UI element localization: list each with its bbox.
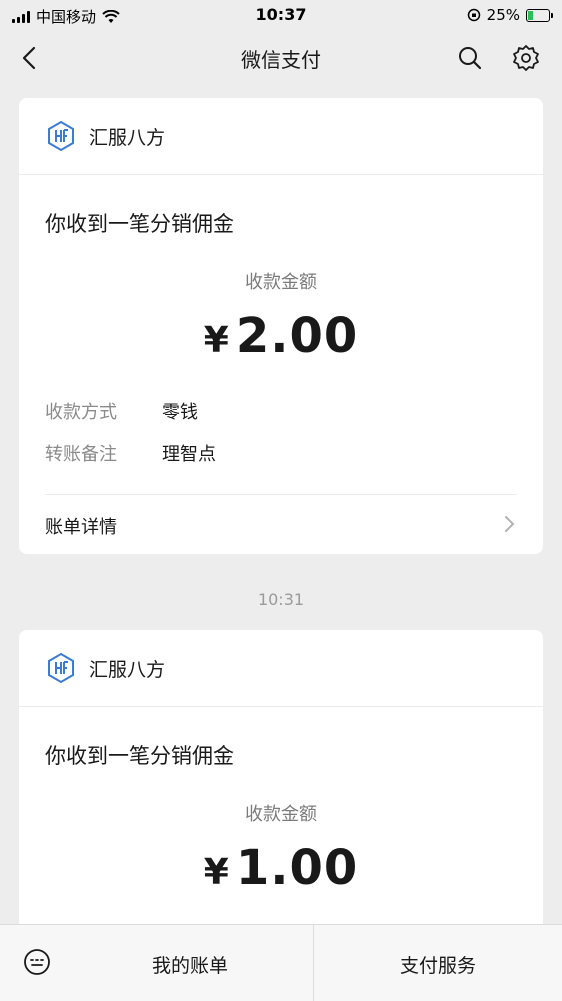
message-title: 你收到一笔分销佣金 [45,744,234,768]
tab-my-bills[interactable]: 我的账单 [152,951,228,978]
currency-symbol: ¥ [203,852,230,893]
orientation-lock-icon [467,8,480,22]
amount-label: 收款金额 [245,804,317,825]
brand-name: 汇服八方 [89,659,166,681]
nav-bar: 微信支付 [0,30,562,86]
amount-number: 2.00 [235,308,359,364]
payment-message-card[interactable]: 汇服八方 你收到一笔分销佣金 收款金额 ¥2.00 收款方式 零钱 转账备注 理… [19,98,543,554]
keyboard-toggle-icon[interactable] [22,947,52,977]
divider [313,925,314,1001]
divider [45,494,517,495]
bill-details-link[interactable]: 账单详情 [45,513,117,539]
message-timestamp: 10:31 [257,590,305,609]
amount-value: ¥1.00 [19,840,543,896]
gear-icon[interactable] [510,42,542,74]
payment-message-card[interactable]: 汇服八方 你收到一笔分销佣金 收款金额 ¥1.00 [19,630,543,950]
card-header: 汇服八方 [19,98,543,175]
brand-logo-icon [48,652,74,684]
message-title: 你收到一笔分销佣金 [45,212,234,236]
amount-value: ¥2.00 [19,308,543,364]
battery-percent: 25% [486,6,520,24]
payment-method-value: 零钱 [162,402,198,423]
card-header: 汇服八方 [19,630,543,707]
currency-symbol: ¥ [203,320,230,361]
transfer-note-value: 理智点 [162,444,216,465]
payment-method-label: 收款方式 [45,402,117,423]
search-icon[interactable] [454,42,486,74]
transfer-note-label: 转账备注 [45,444,117,465]
status-bar: 中国移动 10:37 25% [0,0,562,30]
chevron-right-icon[interactable] [501,514,517,534]
brand-logo-icon [48,120,74,152]
bottom-bar: 我的账单 支付服务 [0,924,562,1001]
brand-name: 汇服八方 [89,127,166,149]
battery-icon [526,8,553,22]
amount-number: 1.00 [235,840,359,896]
tab-payment-services[interactable]: 支付服务 [400,951,476,978]
amount-label: 收款金额 [245,272,317,293]
